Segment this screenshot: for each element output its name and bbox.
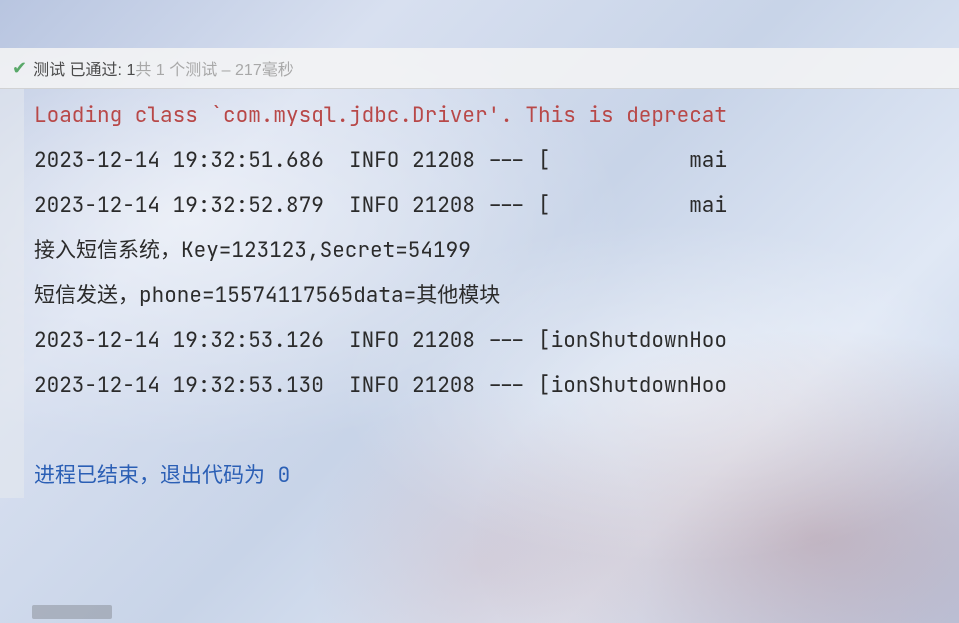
console-line: 接入短信系统，Key=123123,Secret=54199 (34, 228, 959, 273)
console-line: Loading class `com.mysql.jdbc.Driver'. T… (34, 93, 959, 138)
console-line: 2023-12-14 19:32:53.126 INFO 21208 --- [… (34, 318, 959, 363)
console-gutter (0, 89, 24, 498)
test-status-bar: ✔ 测试 已通过: 1共 1 个测试 – 217毫秒 (0, 48, 959, 89)
horizontal-scrollbar-thumb[interactable] (32, 605, 112, 619)
console-line: 短信发送，phone=15574117565data=其他模块 (34, 273, 959, 318)
status-label: 测试 已通过: (33, 62, 122, 79)
duration: 217毫秒 (235, 62, 294, 79)
status-middle: 共 (135, 62, 151, 79)
console-content[interactable]: Loading class `com.mysql.jdbc.Driver'. T… (4, 93, 959, 498)
console-line: 2023-12-14 19:32:51.686 INFO 21208 --- [… (34, 138, 959, 183)
console-line (34, 408, 959, 453)
check-icon: ✔ (12, 59, 27, 77)
console-line: 2023-12-14 19:32:53.130 INFO 21208 --- [… (34, 363, 959, 408)
total-count: 1 (156, 62, 165, 79)
separator: – (222, 62, 231, 79)
console-line: 进程已结束，退出代码为 0 (34, 453, 959, 498)
console-line: 2023-12-14 19:32:52.879 INFO 21208 --- [… (34, 183, 959, 228)
console-output[interactable]: Loading class `com.mysql.jdbc.Driver'. T… (0, 89, 959, 498)
status-text: 测试 已通过: 1共 1 个测试 – 217毫秒 (33, 56, 294, 80)
tests-word: 个测试 (169, 62, 217, 79)
